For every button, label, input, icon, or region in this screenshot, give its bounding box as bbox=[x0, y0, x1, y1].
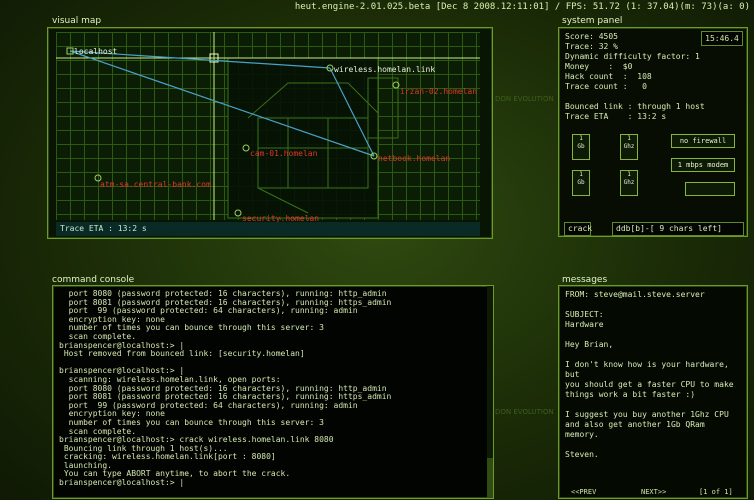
console-scrollbar[interactable] bbox=[487, 286, 493, 498]
memory-slot-1-size: 1 bbox=[579, 135, 583, 142]
visual-map-panel: localhost wireless.homelan.link irzan-02… bbox=[47, 27, 493, 239]
modem-slot[interactable]: 1 mbps modem bbox=[671, 158, 735, 172]
console-output: port 8080 (password protected: 16 charac… bbox=[59, 289, 485, 488]
map-node-atm[interactable]: atm-sa.central-bank.com bbox=[100, 180, 211, 189]
cpu-slot-2-speed: 1 bbox=[627, 171, 631, 178]
messages-panel: FROM: steve@mail.steve.server SUBJECT: H… bbox=[558, 285, 748, 499]
firewall-slot[interactable]: no firewall bbox=[671, 134, 735, 148]
cpu-slot-2-unit: Ghz bbox=[623, 179, 635, 186]
map-node-cam[interactable]: cam-01.homelan bbox=[250, 149, 317, 158]
map-node-localhost[interactable]: localhost bbox=[74, 47, 117, 56]
empty-slot[interactable] bbox=[685, 182, 735, 196]
console-line: brianspencer@localhost:> | bbox=[59, 478, 185, 488]
visual-map-title: visual map bbox=[52, 16, 102, 26]
cpu-slot-1-unit: Ghz bbox=[623, 143, 635, 150]
message-body: FROM: steve@mail.steve.server SUBJECT: H… bbox=[565, 290, 734, 459]
map-node-irzan[interactable]: irzan-02.homelan bbox=[400, 87, 477, 96]
system-stats: Score: 4505 Trace: 32 % Dynamic difficul… bbox=[565, 32, 705, 121]
cpu-slot-1[interactable]: 1 Ghz bbox=[620, 134, 638, 160]
map-node-netbook[interactable]: netbook.homelan bbox=[378, 154, 450, 163]
cpu-slot-2[interactable]: 1 Ghz bbox=[620, 170, 638, 196]
console-line: cracking: wireless.homelan.link[port : 8… bbox=[59, 452, 276, 462]
memory-slot-2[interactable]: 1 Gb bbox=[572, 170, 590, 196]
console-title: command console bbox=[52, 275, 135, 285]
map-node-wireless[interactable]: wireless.homelan.link bbox=[334, 65, 435, 74]
next-message-button[interactable]: NEXT>> bbox=[641, 488, 666, 496]
command-console[interactable]: port 8080 (password protected: 16 charac… bbox=[52, 285, 494, 499]
command-name: crack bbox=[564, 222, 592, 236]
messages-title: messages bbox=[562, 275, 608, 285]
memory-slot-2-size: 1 bbox=[579, 171, 583, 178]
memory-slot-1-unit: Gb bbox=[577, 143, 585, 150]
map-links bbox=[56, 32, 480, 220]
console-line: Host removed from bounced link: [securit… bbox=[59, 349, 305, 359]
background-deco-text: DON EVOLUTION bbox=[495, 95, 554, 103]
cpu-slot-1-speed: 1 bbox=[627, 135, 631, 142]
background-deco-text: DON EVOLUTION bbox=[495, 408, 554, 416]
command-input[interactable]: ddb[b]-[ 9 chars left] bbox=[612, 222, 744, 236]
message-page-indicator: [1 of 1] bbox=[699, 488, 733, 496]
map-trace-eta: Trace ETA : 13:2 s bbox=[56, 222, 480, 236]
prev-message-button[interactable]: <<PREV bbox=[571, 488, 596, 496]
memory-slot-1[interactable]: 1 Gb bbox=[572, 134, 590, 160]
system-panel: Score: 4505 Trace: 32 % Dynamic difficul… bbox=[558, 27, 748, 237]
console-scroll-thumb[interactable] bbox=[487, 458, 493, 498]
top-status-bar: heut.engine-2.01.025.beta [Dec 8 2008.12… bbox=[0, 0, 754, 14]
engine-info: heut.engine-2.01.025.beta [Dec 8 2008.12… bbox=[294, 2, 750, 12]
system-panel-title: system panel bbox=[562, 16, 623, 26]
game-clock: 15:46.4 bbox=[701, 31, 743, 46]
memory-slot-2-unit: Gb bbox=[577, 179, 585, 186]
